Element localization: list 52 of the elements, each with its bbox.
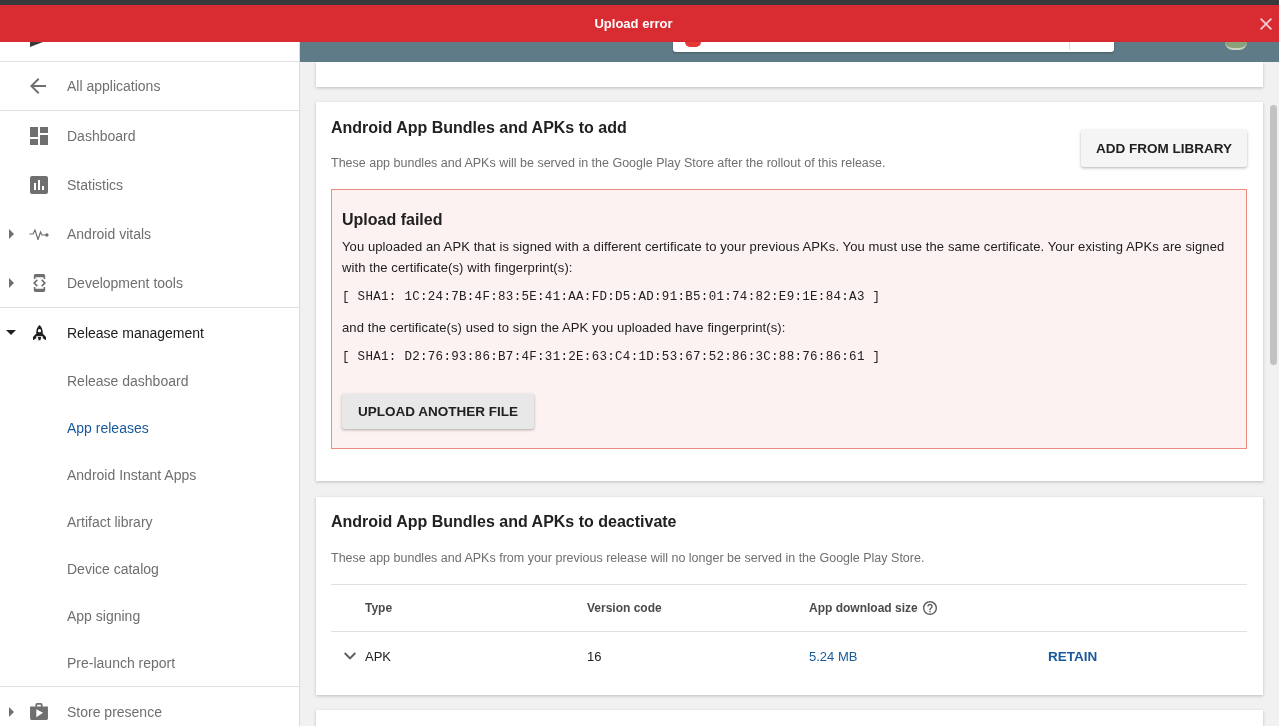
- triangle-icon: [30, 42, 43, 47]
- nav-item[interactable]: Development tools: [0, 258, 299, 307]
- bar-chart-icon: [30, 175, 48, 194]
- search-field[interactable]: [673, 42, 1114, 52]
- section-description: These app bundles and APKs from your previous release will no longer be served in the Google Play Store.: [331, 551, 926, 565]
- nav-item[interactable]: Android vitals: [0, 209, 299, 258]
- section-title: Android App Bundles and APKs to deactivate: [331, 512, 678, 532]
- nav-subitem[interactable]: Release dashboard: [0, 357, 299, 404]
- pulse-icon: [29, 227, 49, 240]
- fingerprint-text: [ SHA1: D2:76:93:86:B7:4F:31:2E:63:C4:1D:53:67:52:86:3C:88:76:86:61 ]: [342, 349, 882, 366]
- upload-another-file-button[interactable]: UPLOAD ANOTHER FILE: [342, 394, 534, 429]
- back-link[interactable]: All applications: [0, 62, 299, 111]
- code-device-icon: [32, 273, 46, 292]
- column-header: App download size: [809, 601, 918, 615]
- section-title: Android App Bundles and APKs to add: [331, 118, 628, 138]
- caret-down-icon[interactable]: [6, 330, 16, 335]
- retain-button[interactable]: RETAIN: [1048, 648, 1098, 664]
- table-cell-text: 16: [587, 648, 603, 664]
- caret-right-icon[interactable]: [8, 706, 14, 717]
- section-description: These app bundles and APKs will be served in the Google Play Store after the rollout of this release.: [331, 156, 886, 170]
- avatar-icon[interactable]: [1225, 42, 1247, 50]
- error-title: Upload failed: [342, 210, 444, 230]
- column-header: Version code: [587, 601, 662, 615]
- nav-subitem[interactable]: Android Instant Apps: [0, 451, 299, 498]
- table-cell-text: APK: [365, 648, 392, 664]
- size-link[interactable]: 5.24 MB: [809, 648, 858, 664]
- rocket-icon: [32, 323, 46, 342]
- caret-right-icon[interactable]: [8, 277, 14, 288]
- add-from-library-button[interactable]: ADD FROM LIBRARY: [1081, 130, 1247, 167]
- error-note: and the certificate(s) used to sign the APK you uploaded have fingerprint(s):: [342, 319, 787, 337]
- nav-item[interactable]: Release management: [0, 308, 299, 357]
- nav-item[interactable]: Dashboard: [0, 111, 299, 160]
- nav-subitem[interactable]: Pre-launch report: [0, 639, 299, 686]
- close-icon: [1260, 17, 1272, 30]
- nav-subitem[interactable]: App releases: [0, 404, 299, 451]
- nav-item[interactable]: Statistics: [0, 160, 299, 209]
- nav-item[interactable]: Store presence: [0, 687, 299, 726]
- nav-subitem[interactable]: App signing: [0, 592, 299, 639]
- scrollbar-thumb[interactable]: [1270, 105, 1277, 365]
- fingerprint-text: [ SHA1: 1C:24:7B:4F:83:5E:41:AA:FD:D5:AD:91:B5:01:74:82:E9:1E:84:A3 ]: [342, 289, 882, 306]
- dashboard-icon: [30, 126, 48, 145]
- close-button[interactable]: [1260, 17, 1272, 30]
- nav-subitem[interactable]: Artifact library: [0, 498, 299, 545]
- shopping-bag-icon: [30, 703, 48, 720]
- caret-right-icon[interactable]: [8, 228, 14, 239]
- arrow-left-icon: [30, 78, 46, 94]
- nav-subitem[interactable]: Device catalog: [0, 545, 299, 592]
- help-icon[interactable]: [922, 601, 937, 615]
- chevron-down-icon[interactable]: [344, 652, 356, 660]
- column-header: Type: [365, 601, 393, 615]
- error-message: You uploaded an APK that is signed with a different certificate to your previous APKs. You must use the same certificate. Your existing APKs are signed with the certificate(s) with fingerprint(s):: [342, 238, 1226, 277]
- banner-title: Upload error: [594, 16, 673, 31]
